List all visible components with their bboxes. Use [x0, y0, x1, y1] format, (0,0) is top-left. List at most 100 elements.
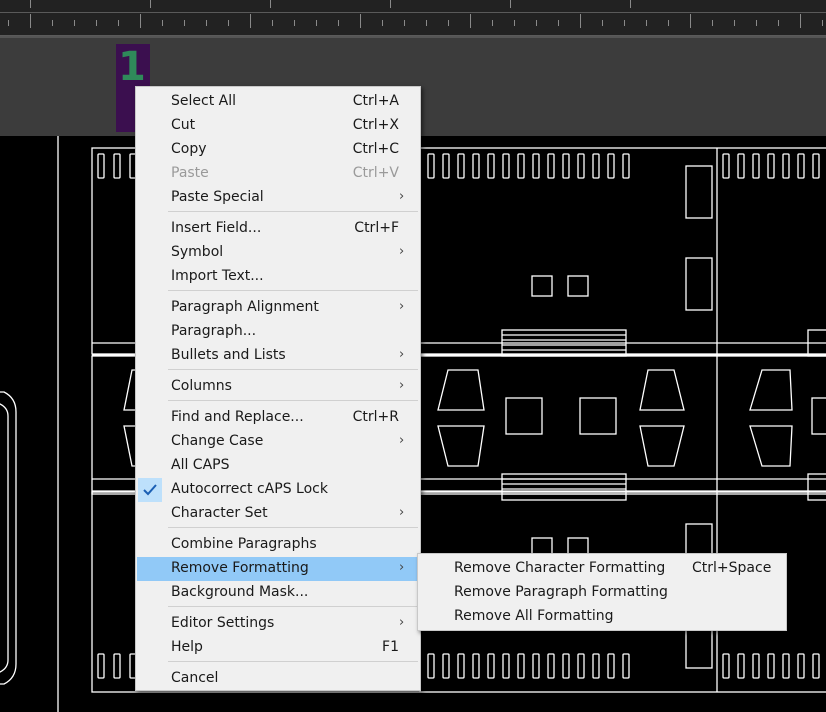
- menu-item-shortcut: Ctrl+V: [352, 165, 399, 181]
- square: [811, 397, 826, 435]
- ruler-tick: [250, 14, 251, 28]
- slot: [502, 653, 510, 679]
- submenu-item-remove-paragraph-formatting[interactable]: Remove Paragraph Formatting: [419, 581, 785, 605]
- menu-item-label: Remove Formatting: [171, 560, 309, 576]
- menu-item-label: Import Text...: [171, 268, 264, 284]
- menu-item-editor-settings[interactable]: Editor Settings ›: [137, 612, 419, 636]
- menu-item-remove-formatting[interactable]: Remove Formatting ›: [137, 557, 419, 581]
- menu-item-label: Paste Special: [171, 189, 264, 205]
- menu-item-label: Change Case: [171, 433, 264, 449]
- ruler-tick: [96, 20, 97, 26]
- menu-item-find-and-replace[interactable]: Find and Replace... Ctrl+R: [137, 406, 419, 430]
- menu-item-label: Select All: [171, 93, 236, 109]
- menu-item-label: Paragraph Alignment: [171, 299, 319, 315]
- small-square: [531, 275, 553, 297]
- ruler-band: [0, 12, 826, 36]
- menu-item-import-text[interactable]: Import Text...: [137, 265, 419, 289]
- slot: [502, 153, 510, 179]
- trapezoid: [639, 425, 685, 467]
- chevron-right-icon: ›: [399, 299, 405, 314]
- ruler-tick: [602, 20, 603, 26]
- chevron-right-icon: ›: [399, 505, 405, 520]
- submenu-item-shortcut: Ctrl+Space: [692, 560, 772, 576]
- text-editor-ruler[interactable]: [0, 0, 826, 36]
- slot: [782, 653, 790, 679]
- menu-item-bullets-and-lists[interactable]: Bullets and Lists ›: [137, 344, 419, 368]
- menu-item-label: Insert Field...: [171, 220, 262, 236]
- slot: [427, 653, 435, 679]
- ruler-tick: [580, 14, 581, 28]
- menu-separator: [168, 290, 418, 291]
- ruler-tick: [30, 0, 31, 8]
- menu-item-symbol[interactable]: Symbol ›: [137, 241, 419, 265]
- menu-separator: [168, 211, 418, 212]
- ruler-tick: [536, 20, 537, 26]
- ruler-tick: [272, 20, 273, 26]
- menu-item-label: Bullets and Lists: [171, 347, 286, 363]
- slot: [427, 153, 435, 179]
- slot: [577, 653, 585, 679]
- ruler-tick: [52, 20, 53, 26]
- menu-item-all-caps[interactable]: All CAPS: [137, 454, 419, 478]
- menu-item-shortcut: F1: [382, 639, 399, 655]
- menu-item-help[interactable]: Help F1: [137, 636, 419, 660]
- menu-item-paragraph-alignment[interactable]: Paragraph Alignment ›: [137, 296, 419, 320]
- menu-separator: [168, 661, 418, 662]
- menu-item-combine-paragraphs[interactable]: Combine Paragraphs: [137, 533, 419, 557]
- slot: [517, 653, 525, 679]
- menu-item-label: Help: [171, 639, 203, 655]
- submenu-item-label: Remove Paragraph Formatting: [454, 584, 668, 600]
- slot: [113, 153, 121, 179]
- chevron-right-icon: ›: [399, 560, 405, 575]
- ruler-tick: [338, 20, 339, 26]
- slot: [532, 153, 540, 179]
- chevron-right-icon: ›: [399, 347, 405, 362]
- menu-item-insert-field[interactable]: Insert Field... Ctrl+F: [137, 217, 419, 241]
- mtext-content: 1: [118, 44, 146, 90]
- submenu-item-remove-all-formatting[interactable]: Remove All Formatting: [419, 605, 785, 629]
- ruler-tick: [404, 20, 405, 26]
- ruler-tick: [270, 0, 271, 8]
- ruler-tick: [734, 20, 735, 26]
- submenu-item-remove-character-formatting[interactable]: Remove Character Formatting Ctrl+Space: [419, 557, 785, 581]
- square: [505, 397, 543, 435]
- menu-separator: [168, 369, 418, 370]
- menu-item-label: Copy: [171, 141, 207, 157]
- ruler-tick: [426, 20, 427, 26]
- menu-item-paste-special[interactable]: Paste Special ›: [137, 186, 419, 210]
- left-edge-shape-inner: [0, 403, 9, 673]
- slot: [622, 653, 630, 679]
- menu-separator: [168, 606, 418, 607]
- ruler-tick: [150, 0, 151, 8]
- slot: [767, 653, 775, 679]
- menu-item-label: Editor Settings: [171, 615, 275, 631]
- ruler-tick: [558, 20, 559, 26]
- menu-item-label: Character Set: [171, 505, 268, 521]
- ruler-tick: [74, 20, 75, 26]
- remove-formatting-submenu: Remove Character Formatting Ctrl+Space Rem…: [417, 553, 787, 631]
- menu-item-cut[interactable]: Cut Ctrl+X: [137, 114, 419, 138]
- ruler-tick: [624, 20, 625, 26]
- ruler-tick: [206, 20, 207, 26]
- ruler-tick: [316, 20, 317, 26]
- ruler-tick: [756, 20, 757, 26]
- menu-item-character-set[interactable]: Character Set ›: [137, 502, 419, 526]
- menu-item-label: All CAPS: [171, 457, 230, 473]
- chevron-right-icon: ›: [399, 378, 405, 393]
- slot: [722, 653, 730, 679]
- menu-item-cancel[interactable]: Cancel: [137, 667, 419, 691]
- menu-separator: [168, 527, 418, 528]
- menu-item-select-all[interactable]: Select All Ctrl+A: [137, 90, 419, 114]
- menu-item-columns[interactable]: Columns ›: [137, 375, 419, 399]
- trapezoid: [639, 369, 685, 411]
- ruler-tick: [360, 14, 361, 28]
- menu-item-change-case[interactable]: Change Case ›: [137, 430, 419, 454]
- menu-item-autocorrect-caps-lock[interactable]: Autocorrect cAPS Lock: [137, 478, 419, 502]
- slot: [442, 153, 450, 179]
- ruler-tick: [492, 20, 493, 26]
- menu-item-background-mask[interactable]: Background Mask...: [137, 581, 419, 605]
- menu-item-copy[interactable]: Copy Ctrl+C: [137, 138, 419, 162]
- menu-item-paragraph[interactable]: Paragraph...: [137, 320, 419, 344]
- slot: [812, 653, 820, 679]
- grille-bar: [501, 473, 627, 501]
